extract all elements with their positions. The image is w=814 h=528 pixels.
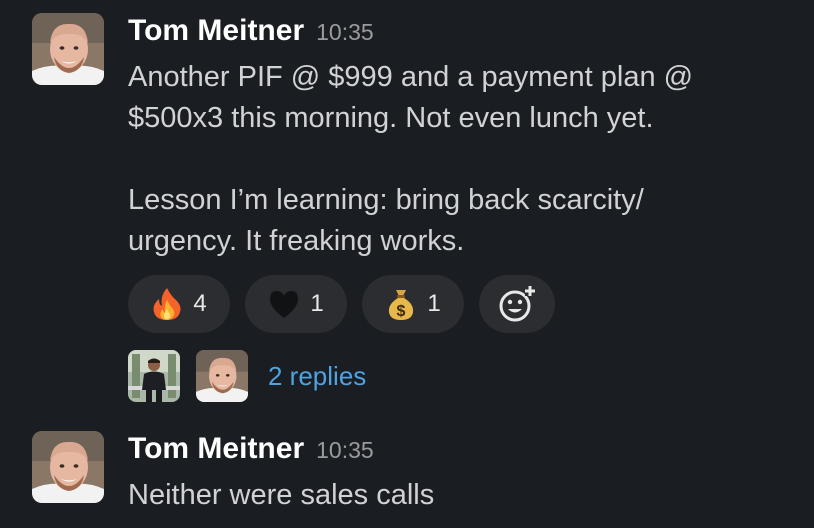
author-name[interactable]: Tom Meitner [128,432,304,466]
message-line: Lesson I’m learning: bring back scarcity… [128,184,644,216]
timestamp[interactable]: 10:35 [316,437,374,464]
black-heart-emoji-icon [270,291,299,318]
message-text: Neither were sales calls [128,475,788,516]
message-text: Another PIF @ $999 and a payment plan @ … [128,57,788,262]
avatar[interactable] [32,431,104,503]
money-bag-emoji-icon: $ [389,290,414,320]
reaction-count: 1 [427,290,441,317]
fire-emoji-icon [153,288,181,320]
reaction-count: 4 [193,290,207,317]
thread-summary[interactable]: 2 replies [128,350,366,402]
message-line: Another PIF @ $999 and a payment plan @ [128,61,694,93]
replies-link[interactable]: 2 replies [268,361,366,392]
avatar[interactable] [32,13,104,85]
author-name[interactable]: Tom Meitner [128,14,304,48]
reactions-bar: 4 1 $ 1 [128,275,555,333]
add-reaction-button[interactable] [479,275,555,333]
reaction-count: 1 [310,290,324,317]
svg-text:$: $ [397,303,406,320]
message-line: urgency. It freaking works. [128,225,465,257]
reaction-fire[interactable]: 4 [128,275,230,333]
message-line: $500x3 this morning. Not even lunch yet. [128,102,654,134]
add-reaction-icon [499,286,535,322]
message-header: Tom Meitner 10:35 [128,432,374,466]
message-line: Neither were sales calls [128,479,435,511]
message-line [128,139,788,180]
timestamp[interactable]: 10:35 [316,19,374,46]
reply-avatar [196,350,248,402]
reaction-black-heart[interactable]: 1 [245,275,347,333]
message-header: Tom Meitner 10:35 [128,14,374,48]
reply-avatar [128,350,180,402]
reaction-money-bag[interactable]: $ 1 [362,275,464,333]
